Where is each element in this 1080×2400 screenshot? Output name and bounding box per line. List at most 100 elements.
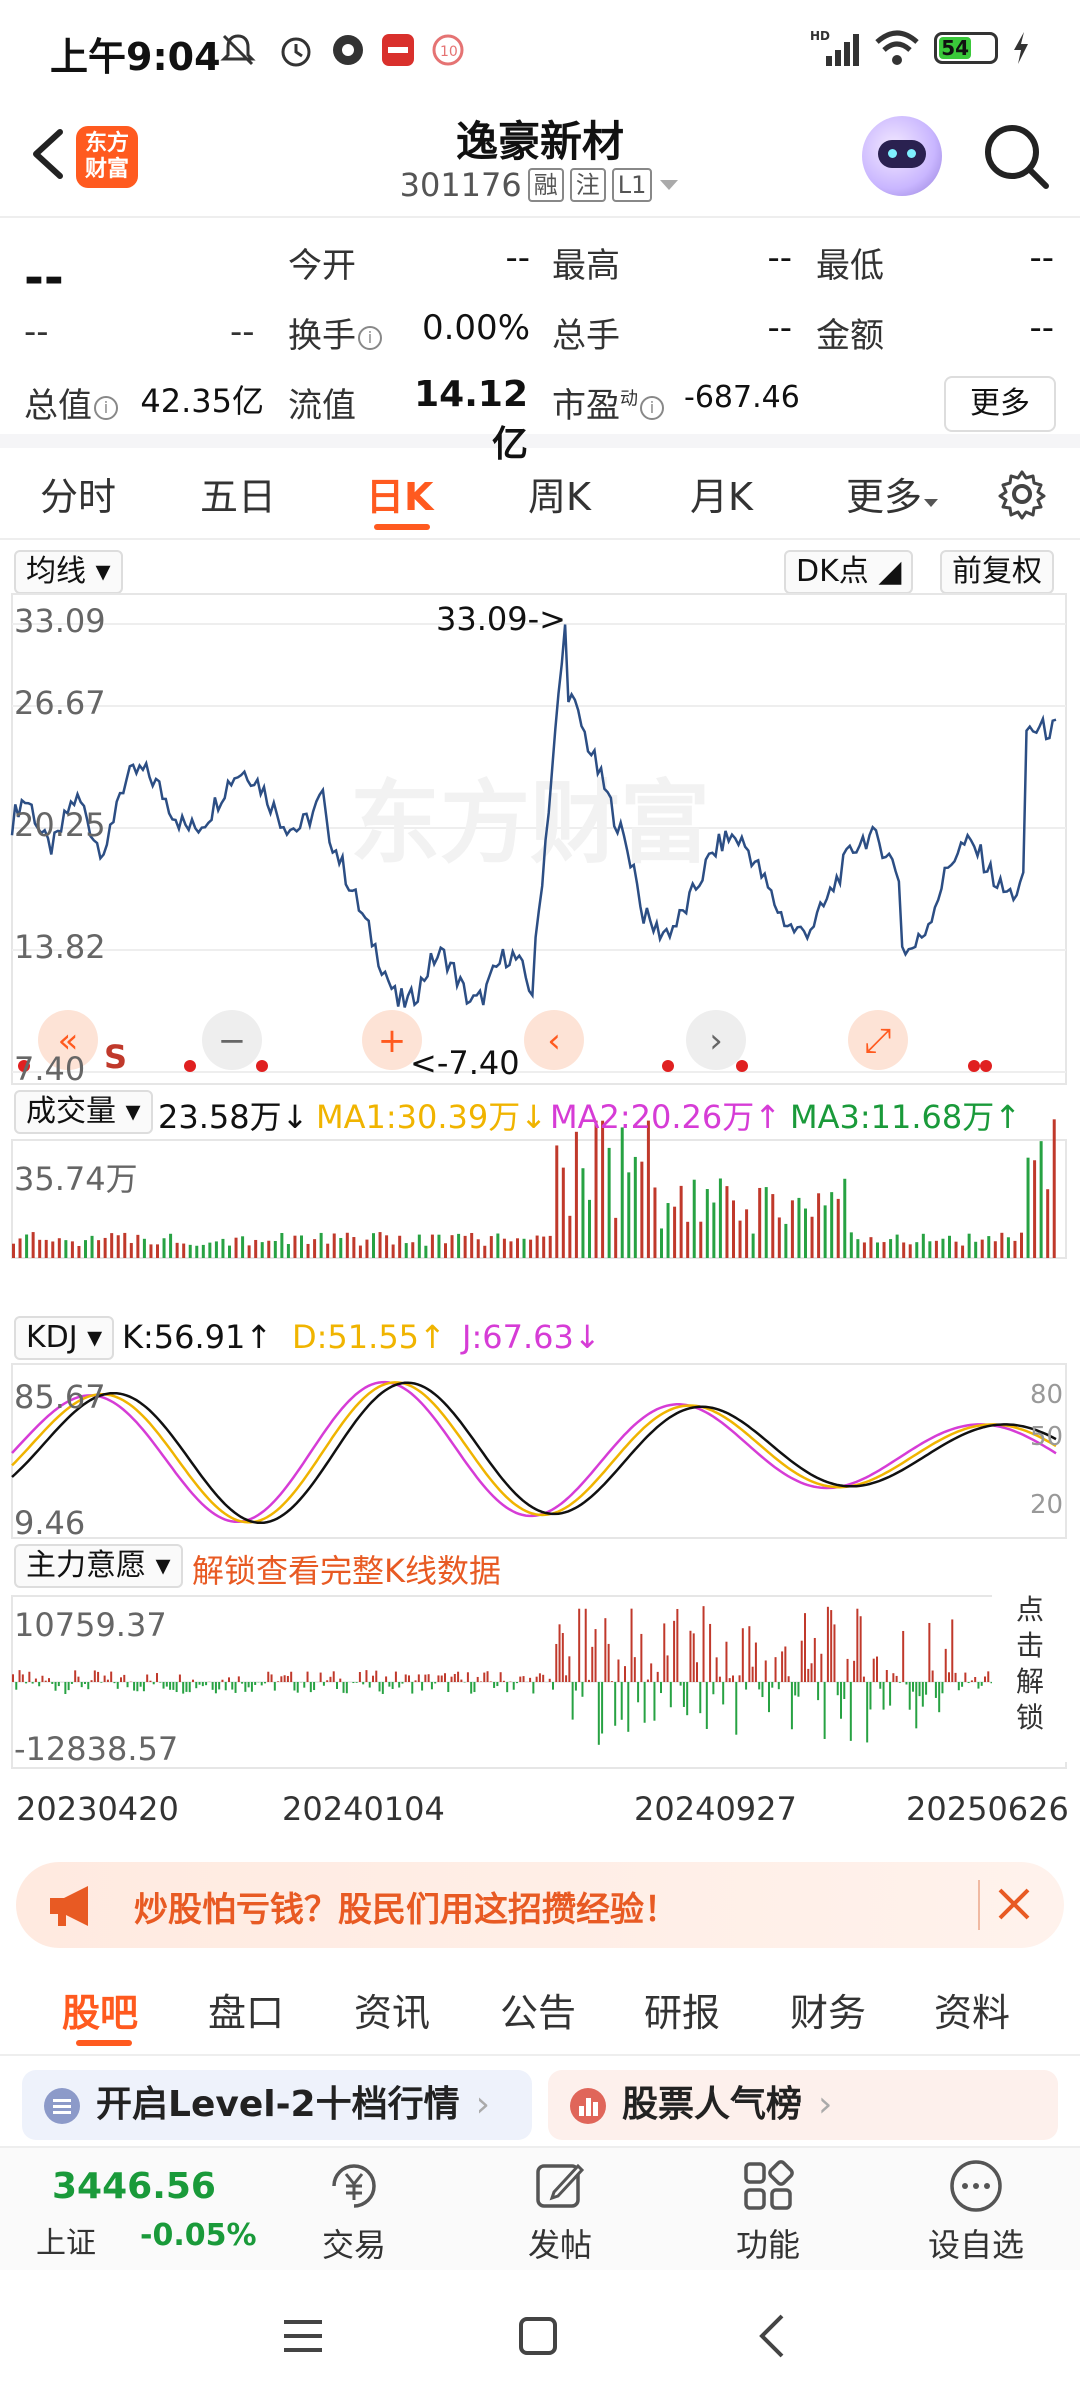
- main-force-bar: [313, 1682, 316, 1691]
- main-force-bar: [591, 1646, 594, 1682]
- main-force-bar: [846, 1658, 849, 1682]
- main-force-bar: [182, 1682, 185, 1694]
- mute-notification-icon: [220, 34, 256, 66]
- main-force-bar: [804, 1613, 806, 1682]
- volume-bar: [660, 1228, 663, 1258]
- volume-bar: [358, 1245, 362, 1258]
- price-axis-label: 33.09: [14, 602, 106, 640]
- features-button[interactable]: 功能: [708, 2148, 828, 2272]
- search-icon[interactable]: [980, 120, 1052, 192]
- volume-bar: [1046, 1189, 1050, 1258]
- main-force-bar: [820, 1653, 823, 1682]
- tab-guba[interactable]: 股吧: [62, 1982, 138, 2037]
- tab-announcements[interactable]: 公告: [500, 1982, 576, 2037]
- volume-bar: [77, 1245, 81, 1258]
- tab-weekly-k[interactable]: 周K: [528, 466, 591, 521]
- volume-bar: [129, 1242, 133, 1258]
- main-force-bar: [378, 1682, 381, 1692]
- volume-bar: [908, 1244, 912, 1258]
- main-force-bar: [584, 1608, 587, 1682]
- volume-bar: [784, 1223, 788, 1258]
- kdj-axis-label: 9.46: [14, 1504, 86, 1542]
- tab-finance[interactable]: 财务: [790, 1982, 866, 2037]
- main-force-bar: [754, 1642, 757, 1682]
- assistant-robot-avatar[interactable]: [862, 116, 942, 196]
- tab-more[interactable]: 更多: [846, 466, 940, 521]
- main-force-bar: [457, 1671, 460, 1682]
- info-icon[interactable]: i: [358, 325, 382, 350]
- tab-pankou[interactable]: 盘口: [208, 1982, 284, 2037]
- amount-label: 金额: [816, 316, 884, 356]
- volume-bar: [404, 1243, 408, 1258]
- main-force-bar: [571, 1682, 574, 1720]
- main-force-bar: [231, 1682, 234, 1690]
- main-force-bar: [578, 1608, 581, 1682]
- main-force-bar: [388, 1682, 391, 1687]
- trade-button[interactable]: 交易: [294, 2148, 414, 2272]
- volume-bar: [496, 1233, 500, 1258]
- volume-selector[interactable]: 成交量 ▾: [14, 1090, 153, 1134]
- tab-profile[interactable]: 资料: [934, 1982, 1010, 2037]
- kdj-axis-label: 85.67: [14, 1378, 106, 1416]
- tab-news[interactable]: 资讯: [354, 1982, 430, 2037]
- volume-bar: [254, 1239, 258, 1258]
- main-force-bar: [597, 1682, 600, 1745]
- low-label: 最低: [816, 246, 884, 286]
- volume-bar: [980, 1239, 984, 1258]
- index-change: -0.05%: [140, 2218, 257, 2253]
- volume-bar: [306, 1243, 310, 1258]
- main-force-bar: [496, 1682, 499, 1687]
- volume-bar: [948, 1235, 951, 1258]
- index-ticker[interactable]: 3446.56 上证 -0.05%: [0, 2148, 270, 2272]
- main-force-bar: [941, 1682, 944, 1694]
- volume-bar: [790, 1200, 794, 1258]
- tab-monthly-k[interactable]: 月K: [690, 466, 753, 521]
- back-icon[interactable]: [752, 2312, 792, 2360]
- main-force-bar: [74, 1670, 77, 1682]
- promo-banner[interactable]: 炒股怕亏钱？股民们用这招攒经验！: [16, 1862, 1064, 1948]
- main-force-bar: [365, 1670, 368, 1682]
- volume-bar: [882, 1242, 886, 1258]
- main-force-bar: [411, 1682, 414, 1694]
- info-icon[interactable]: i: [94, 395, 118, 420]
- tab-daily-k[interactable]: 日K: [366, 466, 433, 521]
- close-icon[interactable]: [990, 1880, 1038, 1928]
- main-force-selector[interactable]: 主力意愿 ▾: [14, 1544, 183, 1588]
- volume-bar: [444, 1243, 447, 1258]
- level2-card[interactable]: 开启Level-2十档行情 ›: [22, 2070, 532, 2140]
- kdj-line: [11, 1381, 1057, 1524]
- kdj-selector[interactable]: KDJ ▾: [14, 1316, 115, 1360]
- main-force-bar: [224, 1682, 227, 1691]
- margin-tag: 融: [527, 168, 564, 202]
- volume-bar: [771, 1194, 775, 1258]
- main-force-bar: [610, 1681, 613, 1682]
- main-force-bar: [247, 1682, 250, 1688]
- main-force-bar: [12, 1674, 14, 1682]
- add-watchlist-button[interactable]: 设自选: [916, 2148, 1036, 2272]
- main-force-bar: [483, 1672, 486, 1682]
- gear-icon[interactable]: [996, 468, 1048, 520]
- high-value: --: [767, 238, 792, 278]
- main-force-bar: [440, 1675, 443, 1682]
- volume-bar: [123, 1232, 127, 1258]
- home-icon[interactable]: [516, 2314, 560, 2358]
- menu-icon[interactable]: [280, 2316, 326, 2356]
- popularity-card[interactable]: 股票人气榜 ›: [548, 2070, 1058, 2140]
- main-force-bar: [159, 1682, 162, 1683]
- tab-intraday[interactable]: 分时: [40, 466, 116, 521]
- main-force-bar: [90, 1680, 93, 1682]
- main-force-bar: [715, 1657, 718, 1682]
- main-force-bar: [466, 1672, 469, 1682]
- kline-chart-area: 均线 ▾ DK点 ◢ 前复权 东方财富 «− + ‹ › ⤢ 33.09 26.67 20…: [0, 542, 1080, 1838]
- main-force-bar: [555, 1643, 558, 1682]
- click-unlock-tip[interactable]: 点击解锁: [992, 1588, 1068, 1762]
- post-button[interactable]: 发帖: [500, 2148, 620, 2272]
- volume-bar: [352, 1237, 356, 1258]
- info-icon[interactable]: i: [640, 395, 664, 420]
- tab-five-day[interactable]: 五日: [200, 466, 276, 521]
- stock-header: 东方财富 逸豪新材 301176 融 注 L1: [0, 100, 1080, 218]
- unlock-kline-link[interactable]: 解锁查看完整K线数据: [192, 1546, 501, 1592]
- main-force-bar: [725, 1641, 728, 1682]
- more-quote-button[interactable]: 更多: [944, 376, 1056, 432]
- tab-research[interactable]: 研报: [644, 1982, 720, 2037]
